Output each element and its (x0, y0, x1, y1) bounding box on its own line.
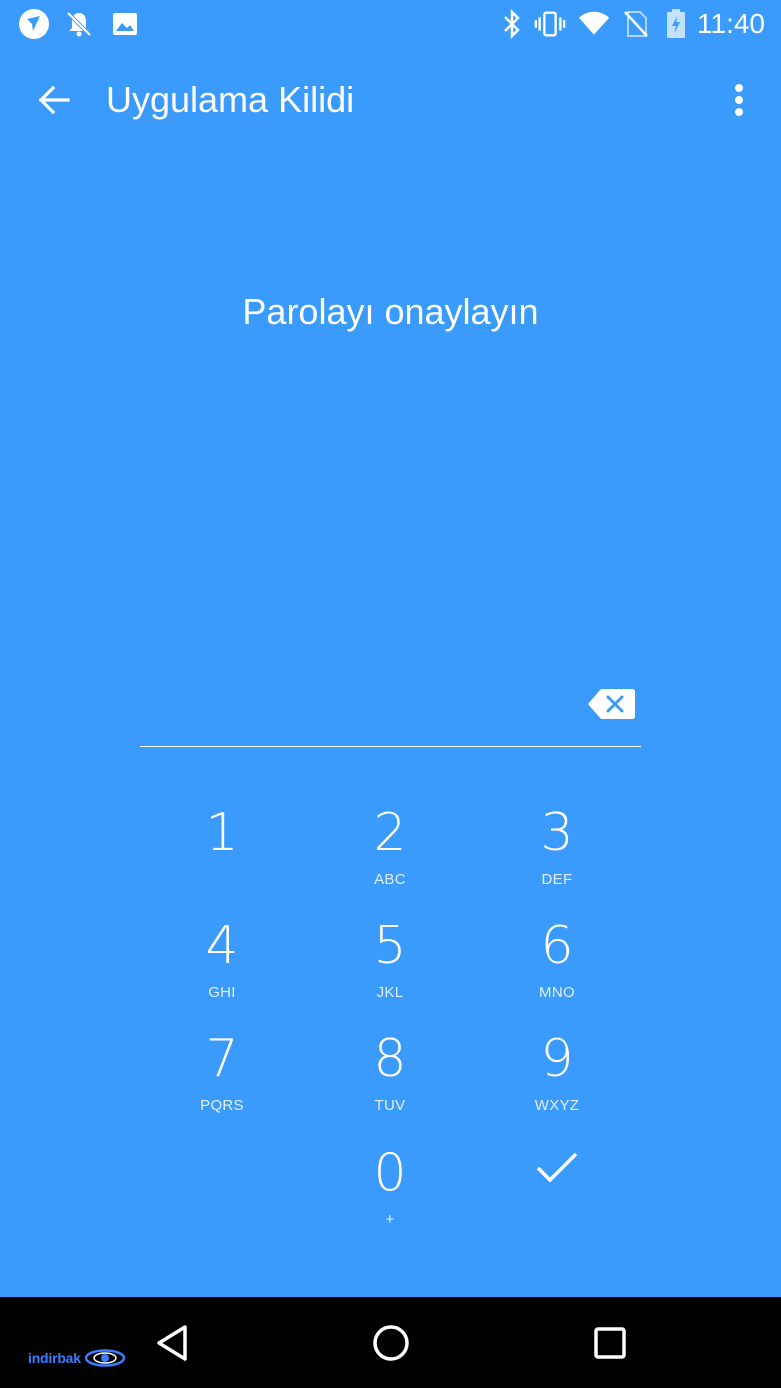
status-time: 11:40 (697, 8, 765, 39)
watermark-logo-icon (84, 1349, 126, 1367)
app-title: Uygulama Kilidi (106, 79, 355, 120)
key-1[interactable]: 1 (147, 802, 297, 906)
key-digit: 3 (540, 803, 574, 863)
arrow-back-icon (38, 85, 70, 115)
nav-recents-icon (594, 1327, 626, 1359)
app-screen: 11:40 Uygulama Kilidi Parolayı onaylayın… (0, 0, 781, 1297)
key-letters: DEF (541, 871, 573, 888)
key-6[interactable]: 6 MNO (482, 915, 632, 1019)
navigation-bar: indirbak (0, 1297, 781, 1388)
vibrate-icon (534, 8, 566, 40)
wifi-icon (578, 8, 610, 40)
confirm-button[interactable] (482, 1142, 632, 1246)
key-digit: 5 (373, 916, 407, 976)
backspace-button[interactable] (587, 686, 637, 722)
key-3[interactable]: 3 DEF (482, 802, 632, 906)
status-bar: 11:40 (0, 0, 781, 48)
password-field[interactable] (140, 680, 641, 747)
more-vert-icon (735, 84, 743, 116)
nav-back-icon (157, 1325, 187, 1361)
notifications-off-icon (63, 8, 95, 40)
key-letters: + (385, 1211, 395, 1228)
nav-home-icon (373, 1325, 409, 1361)
nav-home-button[interactable] (363, 1315, 419, 1371)
key-letters: GHI (208, 984, 236, 1001)
back-button[interactable] (22, 68, 86, 132)
key-5[interactable]: 5 JKL (315, 915, 465, 1019)
key-letters: PQRS (200, 1097, 244, 1114)
image-icon (109, 8, 141, 40)
key-digit: 6 (540, 916, 574, 976)
key-digit: 1 (205, 803, 239, 863)
key-9[interactable]: 9 WXYZ (482, 1028, 632, 1132)
confirm-password-prompt: Parolayı onaylayın (242, 291, 539, 332)
key-8[interactable]: 8 TUV (315, 1028, 465, 1132)
backspace-icon (588, 689, 635, 719)
key-letters: JKL (376, 984, 404, 1001)
key-letters: TUV (374, 1097, 406, 1114)
nav-back-button[interactable] (144, 1315, 200, 1371)
key-letters: WXYZ (534, 1097, 580, 1114)
key-4[interactable]: 4 GHI (147, 915, 297, 1019)
messenger-icon (18, 8, 50, 40)
key-digit: 8 (373, 1029, 407, 1089)
key-digit: 0 (373, 1143, 407, 1203)
more-options-button[interactable] (711, 68, 767, 132)
key-letters: ABC (374, 871, 406, 888)
key-digit: 7 (205, 1029, 239, 1089)
key-0[interactable]: 0 + (315, 1142, 465, 1246)
watermark-text: indirbak (28, 1350, 81, 1366)
app-bar: Uygulama Kilidi (0, 48, 781, 152)
key-7[interactable]: 7 PQRS (147, 1028, 297, 1132)
watermark: indirbak (28, 1349, 126, 1367)
bluetooth-icon (496, 8, 528, 40)
check-icon (536, 1152, 578, 1183)
key-digit: 4 (205, 916, 239, 976)
key-digit: 9 (540, 1029, 574, 1089)
keypad: 1 2 ABC 3 DEF 4 GHI 5 JKL 6 MNO 7 PQRS 8 (0, 0, 781, 1297)
key-digit: 2 (373, 803, 407, 863)
nav-recents-button[interactable] (582, 1315, 638, 1371)
key-letters: MNO (539, 984, 575, 1001)
no-sim-icon (620, 8, 652, 40)
battery-charging-icon (660, 8, 692, 40)
key-2[interactable]: 2 ABC (315, 802, 465, 906)
